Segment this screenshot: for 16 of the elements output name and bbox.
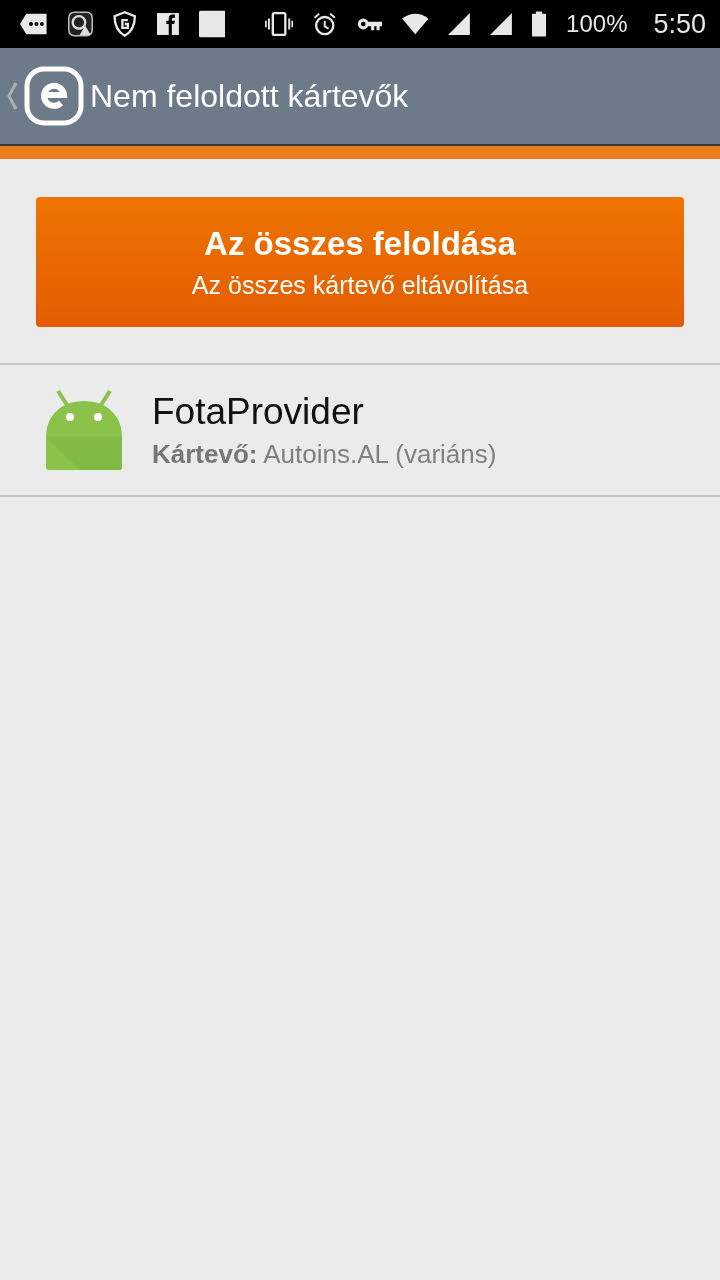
notification-icon — [20, 11, 49, 37]
signal-icon — [448, 10, 471, 38]
app-logo-icon — [24, 66, 84, 126]
android-app-icon — [44, 389, 124, 471]
battery-level: 100% — [566, 10, 628, 38]
back-chevron-icon — [6, 81, 18, 111]
vibrate-icon — [265, 9, 294, 39]
facebook-icon — [156, 10, 179, 38]
shield-icon — [113, 8, 137, 40]
app-name: FotaProvider — [152, 390, 365, 433]
threat-detail: Kártevő: Autoins.AL (variáns) — [152, 438, 497, 470]
wifi-icon — [401, 11, 429, 37]
signal-icon — [490, 10, 513, 38]
resolve-all-button[interactable]: Az összes feloldása Az összes kártevő eltávolítása — [36, 197, 684, 327]
clock: 5:50 — [653, 8, 707, 40]
screen-title: Nem feloldott kártevők — [90, 77, 409, 115]
